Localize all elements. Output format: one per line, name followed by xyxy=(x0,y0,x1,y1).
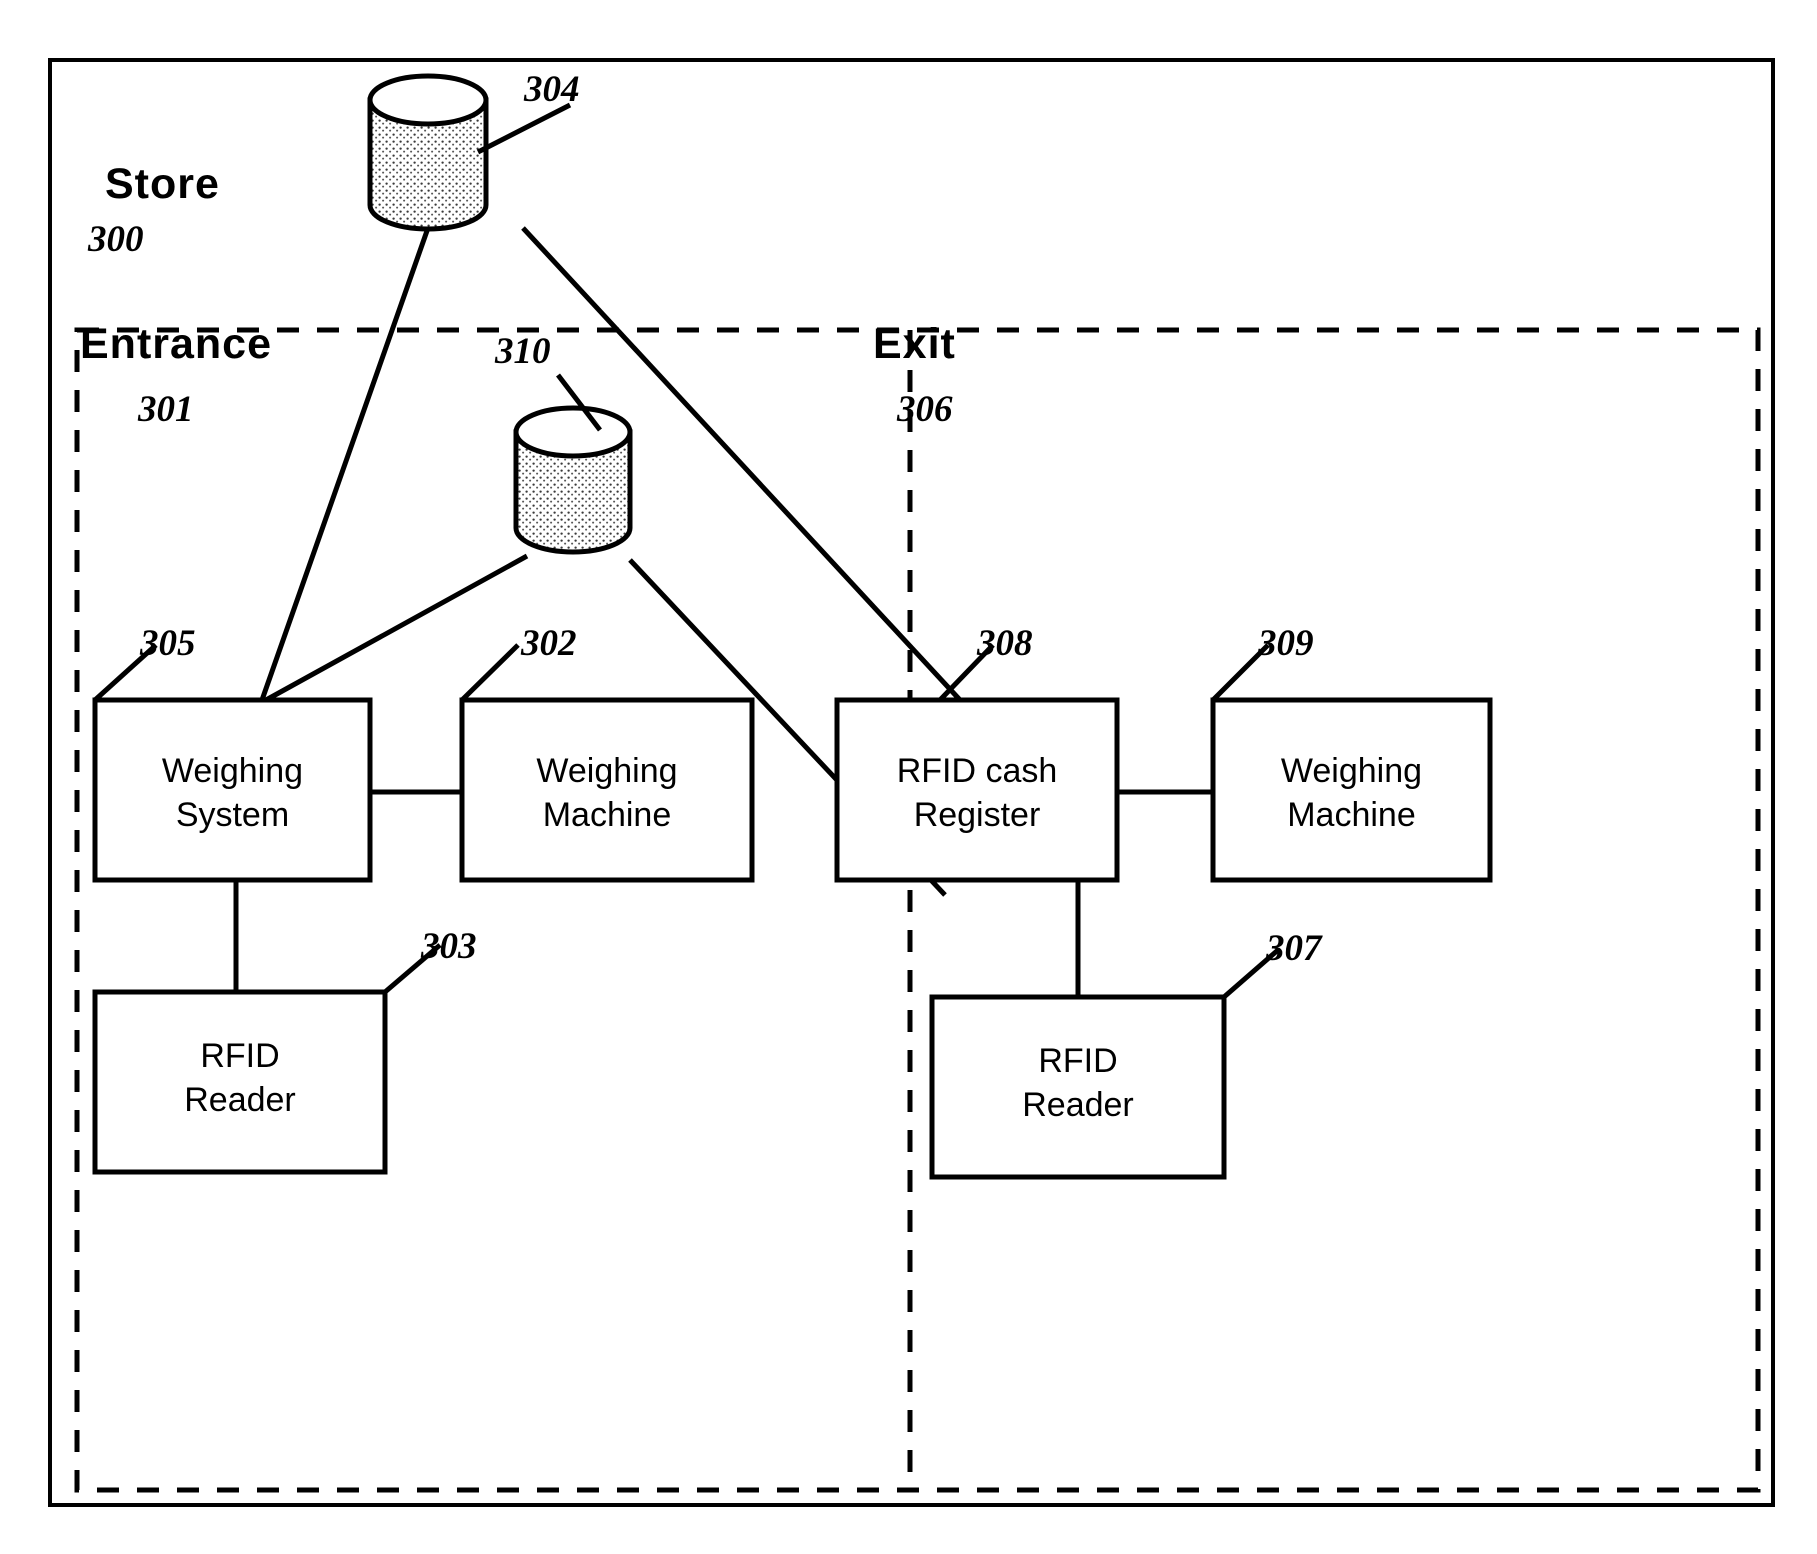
ref-309: 309 xyxy=(1258,623,1314,664)
ref-310: 310 xyxy=(495,331,551,372)
ref-308: 308 xyxy=(977,623,1033,664)
ref-301: 301 xyxy=(138,389,194,430)
ref-303: 303 xyxy=(421,926,477,967)
box-rfid-cash-register xyxy=(834,697,1120,883)
figure-canvas: Store 300 Entrance 301 Exit 306 304 310 … xyxy=(0,0,1817,1554)
diagram-vector-layer xyxy=(48,58,1775,1507)
store-title: Store xyxy=(105,160,220,208)
ref-302: 302 xyxy=(521,623,577,664)
leader-line-302 xyxy=(460,643,520,702)
box-weighing-machine-entrance xyxy=(459,697,755,883)
database-cylinder-310 xyxy=(513,373,633,555)
ref-307: 307 xyxy=(1266,928,1322,969)
leader-line-304 xyxy=(476,102,572,155)
connector-db304-weighing-system xyxy=(259,227,431,701)
ref-306: 306 xyxy=(897,389,953,430)
entrance-title: Entrance xyxy=(80,320,273,368)
exit-title: Exit xyxy=(873,320,956,368)
box-weighing-machine-exit xyxy=(1210,697,1493,883)
box-weighing-system xyxy=(92,697,373,883)
ref-304: 304 xyxy=(524,69,580,110)
box-rfid-reader-entrance xyxy=(92,989,388,1175)
box-rfid-reader-exit xyxy=(929,994,1227,1180)
ref-300: 300 xyxy=(88,219,144,260)
ref-305: 305 xyxy=(140,623,196,664)
